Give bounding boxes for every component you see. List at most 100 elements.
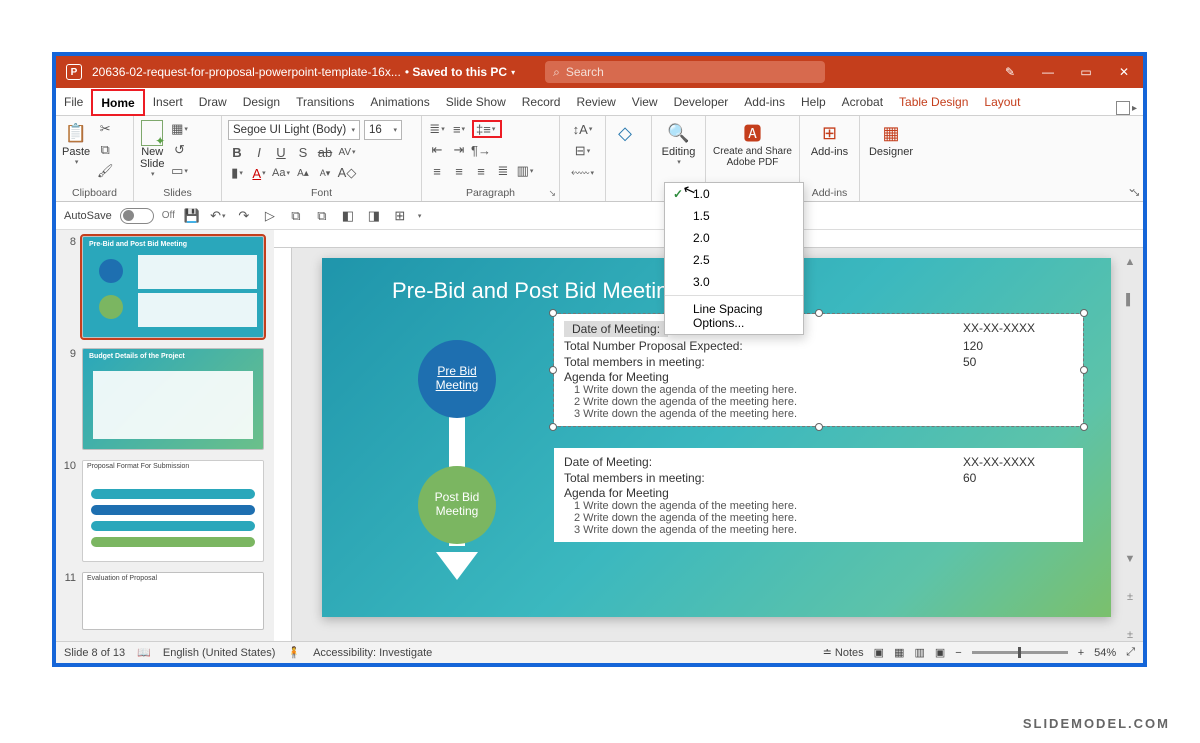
shapes-icon[interactable]: ◇ — [612, 120, 638, 146]
spacing-1-5[interactable]: 1.5 — [665, 205, 803, 227]
prebid-table[interactable]: Date of Meeting:XX-XX-XXXX Total Number … — [554, 314, 1083, 426]
columns-button[interactable]: ▥▾ — [516, 162, 534, 180]
align-left-button[interactable]: ≡ — [428, 162, 446, 180]
layout-icon[interactable]: ▦▾ — [170, 120, 188, 138]
tab-help[interactable]: Help — [793, 88, 834, 115]
close-button[interactable]: ✕ — [1105, 56, 1143, 88]
normal-view-icon[interactable]: ▣ — [874, 646, 884, 659]
undo-icon[interactable]: ↶▾ — [209, 207, 227, 225]
minimize-button[interactable]: — — [1029, 56, 1067, 88]
redo-icon[interactable]: ↷ — [235, 207, 253, 225]
sorter-view-icon[interactable]: ▦ — [894, 646, 904, 659]
autosave-toggle[interactable] — [120, 208, 154, 224]
qat-icon[interactable]: ⧉ — [287, 207, 305, 225]
accessibility-status[interactable]: Accessibility: Investigate — [313, 647, 432, 659]
spacing-1-0[interactable]: ↖1.0 — [665, 183, 803, 205]
qat-icon[interactable]: ⊞ — [391, 207, 409, 225]
smartart-icon[interactable]: ⬳▾ — [574, 164, 592, 182]
qat-icon[interactable]: ⧉ — [313, 207, 331, 225]
tab-table-design[interactable]: Table Design — [891, 88, 976, 115]
decrease-indent-button[interactable]: ⇤ — [428, 141, 446, 159]
fit-icon[interactable]: ⤢ — [1126, 646, 1135, 659]
collapse-ribbon-icon[interactable]: ⌄ — [1127, 181, 1137, 195]
bold-button[interactable]: B — [228, 143, 246, 161]
dialog-launcher-icon[interactable]: ↘ — [548, 188, 556, 199]
new-slide-button[interactable]: ✦ New Slide▾ — [140, 120, 164, 178]
prebid-circle[interactable]: Pre Bid Meeting — [418, 340, 496, 418]
slide-counter[interactable]: Slide 8 of 13 — [64, 647, 125, 659]
ltr-button[interactable]: ¶→ — [472, 141, 490, 159]
numbering-button[interactable]: ≡▾ — [450, 120, 468, 138]
postbid-circle[interactable]: Post Bid Meeting — [418, 466, 496, 544]
qat-icon[interactable]: ◨ — [365, 207, 383, 225]
align-center-button[interactable]: ≡ — [450, 162, 468, 180]
notes-button[interactable]: ≐ Notes — [823, 646, 864, 659]
zoom-slider[interactable] — [972, 651, 1068, 654]
tab-developer[interactable]: Developer — [666, 88, 737, 115]
accessibility-icon[interactable]: 🧍 — [287, 646, 301, 659]
postbid-table[interactable]: Date of Meeting:XX-XX-XXXX Total members… — [554, 448, 1083, 542]
tab-slideshow[interactable]: Slide Show — [438, 88, 514, 115]
chevron-down-icon[interactable]: ▾ — [511, 68, 515, 77]
draw-icon[interactable]: ✎ — [991, 56, 1029, 88]
reading-view-icon[interactable]: ▥ — [914, 646, 924, 659]
underline-button[interactable]: U — [272, 143, 290, 161]
qat-icon[interactable]: ◧ — [339, 207, 357, 225]
clear-format-button[interactable]: A◇ — [338, 164, 356, 182]
copy-icon[interactable]: ⧉ — [96, 141, 114, 159]
tab-addins[interactable]: Add-ins — [736, 88, 793, 115]
slide-thumb-10[interactable]: Proposal Format For Submission — [82, 460, 264, 562]
zoom-out-icon[interactable]: − — [955, 647, 961, 659]
document-filename[interactable]: 20636-02-request-for-proposal-powerpoint… — [92, 65, 401, 79]
maximize-button[interactable]: ▭ — [1067, 56, 1105, 88]
change-case-button[interactable]: Aa▾ — [272, 164, 290, 182]
align-text-icon[interactable]: ⊟▾ — [574, 142, 592, 160]
tab-draw[interactable]: Draw — [191, 88, 235, 115]
justify-button[interactable]: ≣ — [494, 162, 512, 180]
spellcheck-icon[interactable]: 📖 — [137, 646, 151, 659]
strike-button[interactable]: ab — [316, 143, 334, 161]
format-painter-icon[interactable]: 🖌 — [96, 162, 114, 180]
designer-button[interactable]: ▦ Designer — [866, 120, 916, 158]
create-pdf-button[interactable]: 🅰 Create and Share Adobe PDF — [712, 120, 793, 168]
search-box[interactable]: ⌕ Search — [545, 61, 825, 83]
qat-more-icon[interactable]: ▾ — [418, 212, 422, 220]
tab-transitions[interactable]: Transitions — [288, 88, 362, 115]
tab-home[interactable]: Home — [91, 89, 144, 116]
paste-button[interactable]: 📋 Paste▾ — [62, 120, 90, 166]
slideshow-view-icon[interactable]: ▣ — [935, 646, 945, 659]
shrink-font-button[interactable]: A▾ — [316, 164, 334, 182]
slide-panel[interactable]: 8 Pre-Bid and Post Bid Meeting 9 Budget … — [56, 230, 274, 641]
language-status[interactable]: English (United States) — [163, 647, 276, 659]
italic-button[interactable]: I — [250, 143, 268, 161]
slide-thumb-8[interactable]: Pre-Bid and Post Bid Meeting — [82, 236, 264, 338]
spacing-2-0[interactable]: 2.0 — [665, 227, 803, 249]
tab-layout[interactable]: Layout — [976, 88, 1028, 115]
bullets-button[interactable]: ≣▾ — [428, 120, 446, 138]
char-spacing-button[interactable]: AV▾ — [338, 143, 356, 161]
slide-thumb-11[interactable]: Evaluation of Proposal — [82, 572, 264, 630]
save-icon[interactable]: 💾 — [183, 207, 201, 225]
section-icon[interactable]: ▭▾ — [170, 162, 188, 180]
align-right-button[interactable]: ≡ — [472, 162, 490, 180]
text-direction-icon[interactable]: ↕A▾ — [574, 120, 592, 138]
tab-acrobat[interactable]: Acrobat — [834, 88, 891, 115]
tab-design[interactable]: Design — [235, 88, 288, 115]
tab-insert[interactable]: Insert — [145, 88, 191, 115]
font-name-select[interactable]: Segoe UI Light (Body)▾ — [228, 120, 360, 140]
slide-thumb-9[interactable]: Budget Details of the Project — [82, 348, 264, 450]
comments-icon[interactable] — [1116, 101, 1130, 115]
reset-icon[interactable]: ↺ — [170, 141, 188, 159]
shadow-button[interactable]: S — [294, 143, 312, 161]
from-beginning-icon[interactable]: ▷ — [261, 207, 279, 225]
highlight-button[interactable]: ▮▾ — [228, 164, 246, 182]
spacing-options[interactable]: Line Spacing Options... — [665, 295, 803, 334]
zoom-level[interactable]: 54% — [1094, 647, 1116, 659]
spacing-3-0[interactable]: 3.0 — [665, 271, 803, 293]
grow-font-button[interactable]: A▴ — [294, 164, 312, 182]
tab-record[interactable]: Record — [514, 88, 569, 115]
line-spacing-button[interactable]: ‡≡▾ — [472, 120, 502, 138]
spacing-2-5[interactable]: 2.5 — [665, 249, 803, 271]
tab-animations[interactable]: Animations — [362, 88, 437, 115]
canvas-scrollbar[interactable]: ▲▌▼±± — [1121, 248, 1139, 641]
